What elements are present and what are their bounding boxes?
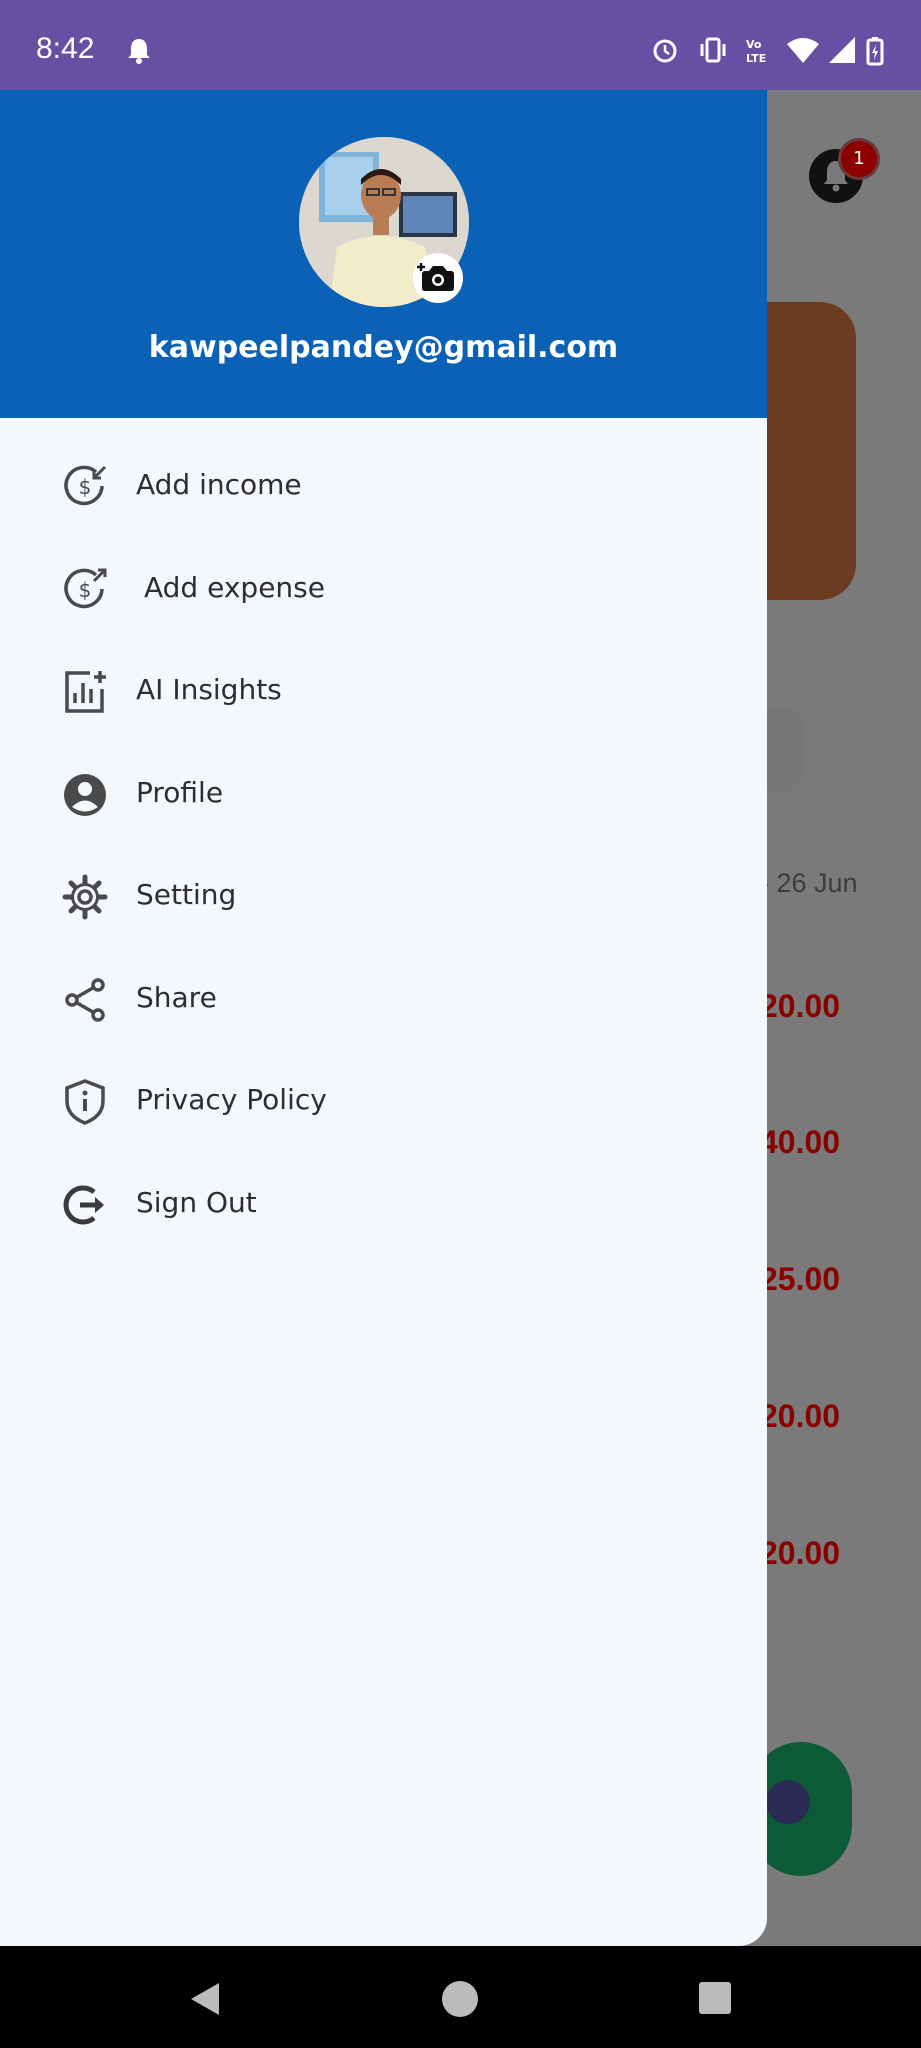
user-email: kawpeelpandey@gmail.com xyxy=(148,330,619,365)
menu-item-setting[interactable]: Setting xyxy=(0,852,767,942)
add-expense-icon: $ xyxy=(64,568,107,609)
menu-item-label: AI Insights xyxy=(136,673,282,706)
menu-item-label: Add expense xyxy=(144,571,325,604)
svg-text:Vo: Vo xyxy=(746,38,762,51)
gear-icon xyxy=(62,874,108,920)
ai-assistant-icon xyxy=(766,1780,810,1824)
menu-item-label: Profile xyxy=(136,776,224,809)
menu-item-share[interactable]: Share xyxy=(0,955,767,1045)
add-camera-icon xyxy=(417,263,454,291)
menu-item-profile[interactable]: Profile xyxy=(0,750,767,840)
add-income-icon: $ xyxy=(64,465,107,506)
vibrate-icon xyxy=(700,37,726,63)
battery-icon xyxy=(866,37,884,66)
menu-item-label: Privacy Policy xyxy=(136,1083,327,1116)
signal-icon xyxy=(829,37,855,63)
transaction-amount: 20.00 xyxy=(760,988,841,1024)
transaction-amount: 20.00 xyxy=(760,1398,841,1434)
transaction-amount: 25.00 xyxy=(760,1261,841,1297)
drawer-header: kawpeelpandey@gmail.com xyxy=(0,90,767,418)
svg-text:$: $ xyxy=(79,475,92,499)
alarm-bell-icon xyxy=(128,39,150,64)
svg-text:LTE: LTE xyxy=(746,52,766,65)
insights-icon xyxy=(65,671,106,713)
navigation-drawer: kawpeelpandey@gmail.com $ Add income $ A… xyxy=(0,90,767,1946)
status-time: 8:42 xyxy=(36,32,95,65)
sign-out-icon xyxy=(63,1185,104,1225)
alarm-clock-icon xyxy=(653,39,677,63)
menu-item-sign-out[interactable]: Sign Out xyxy=(0,1160,767,1250)
notification-badge: 1 xyxy=(838,138,880,180)
share-icon xyxy=(65,978,105,1022)
wifi-icon xyxy=(787,38,819,63)
svg-text:$: $ xyxy=(79,578,92,602)
shield-icon xyxy=(65,1079,105,1125)
home-icon[interactable] xyxy=(441,1980,479,2018)
date-range: - 26 Jun xyxy=(760,868,858,898)
menu-item-add-income[interactable]: $ Add income xyxy=(0,442,767,532)
status-bar: 8:42 Vo LTE xyxy=(0,0,921,90)
back-icon[interactable] xyxy=(186,1980,224,2018)
system-navigation-bar xyxy=(0,1946,921,2048)
transaction-amount: 20.00 xyxy=(760,1535,841,1571)
menu-item-label: Sign Out xyxy=(136,1186,257,1219)
transaction-amount: 40.00 xyxy=(760,1124,841,1160)
menu-item-label: Setting xyxy=(136,878,237,911)
recents-icon[interactable] xyxy=(697,1980,733,2016)
menu-item-label: Add income xyxy=(136,468,302,501)
change-photo-button[interactable] xyxy=(413,253,463,303)
menu-item-privacy-policy[interactable]: Privacy Policy xyxy=(0,1057,767,1147)
menu-item-ai-insights[interactable]: AI Insights xyxy=(0,647,767,737)
profile-icon xyxy=(64,774,106,816)
volte-icon: Vo LTE xyxy=(746,38,766,65)
menu-item-add-expense[interactable]: $ Add expense xyxy=(0,545,767,635)
menu-item-label: Share xyxy=(136,981,217,1014)
